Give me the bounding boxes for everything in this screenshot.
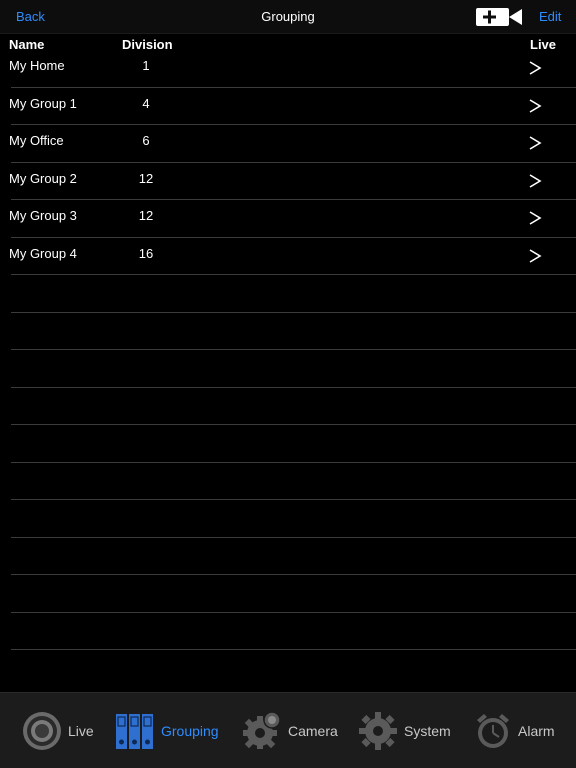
empty-row-divider bbox=[0, 350, 576, 388]
tab-camera-label: Camera bbox=[288, 723, 338, 739]
system-gear-icon bbox=[359, 712, 397, 750]
group-division: 4 bbox=[142, 95, 150, 111]
group-name: My Office bbox=[9, 133, 64, 148]
group-row[interactable]: My Group 2 12 bbox=[0, 163, 576, 201]
tab-system-label: System bbox=[404, 723, 451, 739]
group-division: 16 bbox=[138, 245, 154, 261]
group-name: My Group 4 bbox=[9, 245, 77, 261]
group-division: 6 bbox=[142, 133, 150, 148]
alarm-clock-icon bbox=[477, 714, 509, 748]
tab-system[interactable]: System bbox=[358, 709, 451, 753]
live-chevron-icon[interactable] bbox=[524, 57, 546, 79]
empty-row-divider bbox=[0, 500, 576, 538]
tab-camera[interactable]: Camera bbox=[242, 709, 338, 753]
live-chevron-icon[interactable] bbox=[524, 170, 546, 192]
group-name: My Group 2 bbox=[9, 170, 77, 186]
group-division: 12 bbox=[138, 208, 154, 223]
back-button[interactable]: Back bbox=[16, 9, 45, 24]
empty-row-divider bbox=[0, 538, 576, 576]
live-chevron-icon[interactable] bbox=[524, 132, 546, 154]
group-name: My Home bbox=[9, 58, 65, 73]
live-lens-icon bbox=[23, 712, 61, 750]
group-list: My Home 1 My Group 1 4 My Office 6 My Gr… bbox=[0, 50, 576, 275]
tab-alarm[interactable]: Alarm bbox=[474, 709, 555, 753]
edit-button[interactable]: Edit bbox=[539, 9, 561, 24]
group-name: My Group 3 bbox=[9, 208, 77, 223]
group-name: My Group 1 bbox=[9, 95, 77, 111]
empty-row-divider bbox=[0, 575, 576, 613]
tab-live[interactable]: Live bbox=[22, 709, 94, 753]
empty-row-divider bbox=[0, 313, 576, 351]
group-row[interactable]: My Group 4 16 bbox=[0, 238, 576, 276]
group-row[interactable]: My Group 1 4 bbox=[0, 88, 576, 126]
tab-grouping-label: Grouping bbox=[161, 723, 219, 739]
live-chevron-icon[interactable] bbox=[524, 245, 546, 267]
empty-list-area bbox=[0, 275, 576, 650]
group-row[interactable]: My Home 1 bbox=[0, 50, 576, 88]
add-camera-button[interactable] bbox=[476, 7, 522, 27]
camera-gear-icon bbox=[243, 711, 281, 749]
tab-bar: Live Grouping Camera System Alarm bbox=[0, 692, 576, 768]
grouping-binders-icon bbox=[116, 714, 153, 749]
empty-row-divider bbox=[0, 463, 576, 501]
video-camera-plus-icon bbox=[476, 8, 522, 26]
empty-row-divider bbox=[0, 613, 576, 651]
live-chevron-icon[interactable] bbox=[524, 95, 546, 117]
group-division: 12 bbox=[138, 170, 154, 186]
tab-alarm-label: Alarm bbox=[518, 723, 555, 739]
group-row[interactable]: My Group 3 12 bbox=[0, 200, 576, 238]
group-row[interactable]: My Office 6 bbox=[0, 125, 576, 163]
empty-row-divider bbox=[0, 425, 576, 463]
tab-live-label: Live bbox=[68, 723, 94, 739]
live-chevron-icon[interactable] bbox=[524, 207, 546, 229]
group-division: 1 bbox=[142, 58, 150, 73]
tab-grouping[interactable]: Grouping bbox=[115, 709, 219, 753]
nav-bar: Back Grouping Edit bbox=[0, 0, 576, 34]
empty-row-divider bbox=[0, 275, 576, 313]
empty-row-divider bbox=[0, 388, 576, 426]
